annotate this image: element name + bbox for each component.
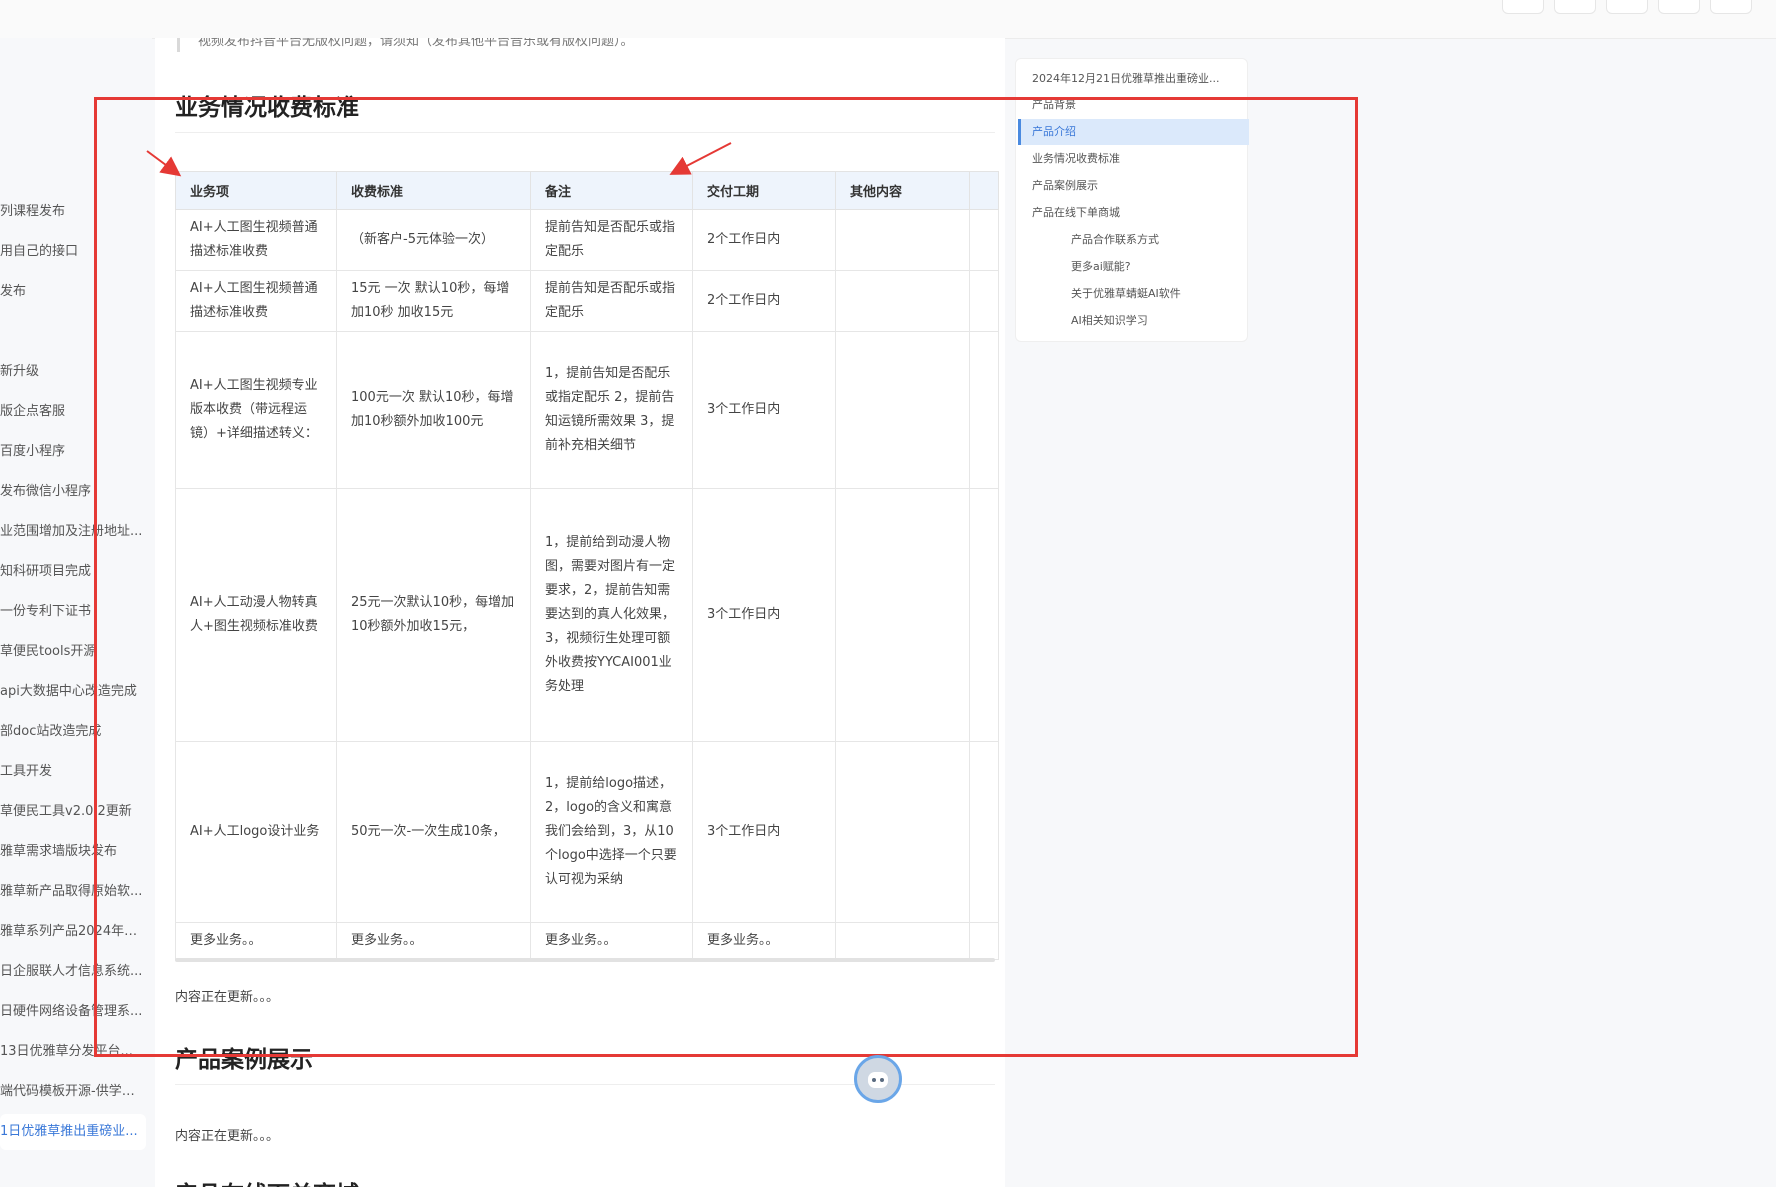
assistant-avatar-icon[interactable] — [854, 1055, 902, 1103]
arrow-left — [146, 150, 182, 177]
robot-icon — [868, 1072, 888, 1088]
arrow-right — [669, 142, 732, 175]
annotation-arrows — [146, 142, 732, 177]
